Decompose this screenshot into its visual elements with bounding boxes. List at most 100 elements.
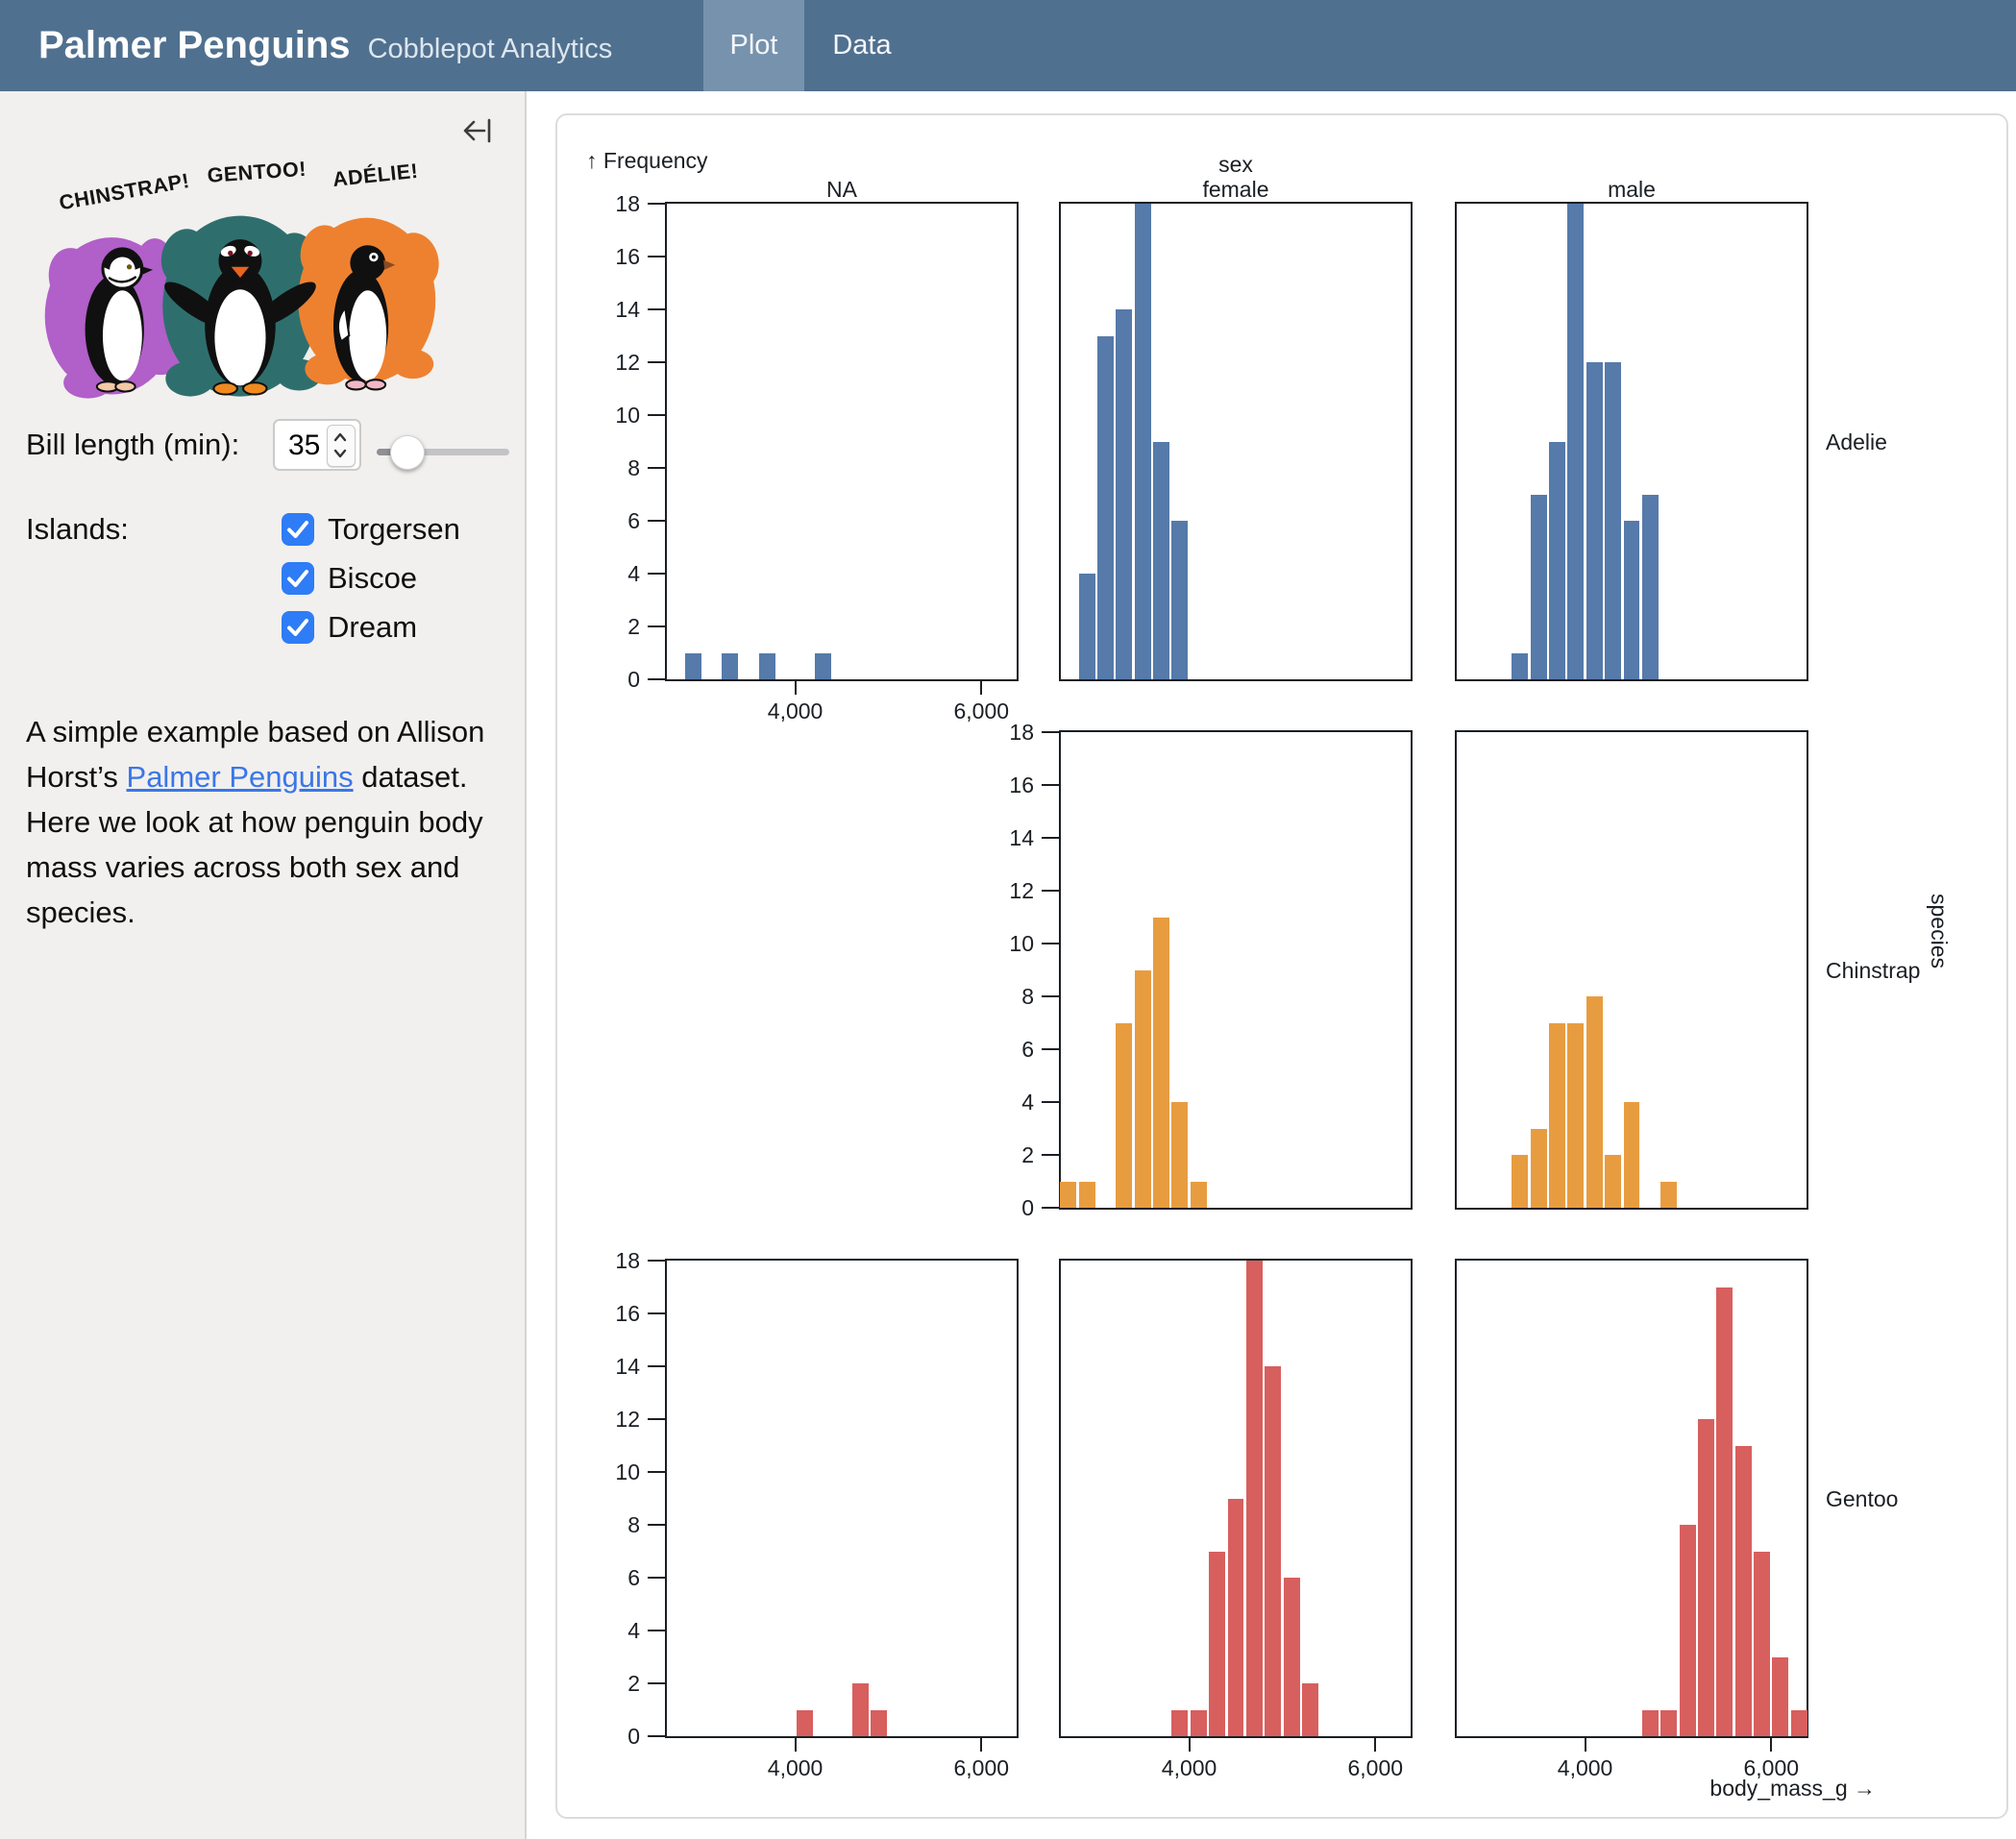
y-axis-tick-label: 0 [590,1724,640,1750]
y-axis-tick [648,256,665,257]
histogram-bar [815,653,831,680]
y-axis-tick [648,678,665,680]
y-axis-tick [648,1577,665,1579]
histogram-bar [1079,1182,1095,1209]
palmer-penguins-link[interactable]: Palmer Penguins [127,760,354,794]
histogram-bar [1191,1710,1207,1737]
islands-label: Islands: [26,512,129,547]
y-axis-tick [648,1312,665,1314]
y-axis-tick-label: 6 [590,1565,640,1591]
bill-length-stepper[interactable] [327,425,356,467]
tab-plot[interactable]: Plot [703,0,804,91]
y-axis-tick [648,414,665,416]
y-axis-title: ↑ Frequency [586,148,708,174]
histogram-bar [871,1710,887,1737]
x-axis-tick [1189,1738,1191,1752]
histogram-bar [759,653,775,680]
checkbox-label: Biscoe [328,561,417,596]
y-axis-tick [648,625,665,627]
facet-frame [1059,730,1413,1210]
checkbox-dream[interactable] [282,611,314,644]
facet-column-header: male [1555,177,1709,203]
y-axis-tick [1042,943,1059,944]
histogram-bar [1135,204,1151,679]
y-axis-tick-label: 2 [984,1142,1034,1168]
y-axis-tick [648,573,665,575]
y-axis-tick-label: 14 [590,297,640,323]
checkbox-biscoe[interactable] [282,562,314,595]
histogram-bar [852,1683,869,1736]
y-axis-tick-label: 2 [590,1671,640,1697]
histogram-bar [1642,1710,1659,1737]
bill-length-slider[interactable] [377,434,509,469]
facet-row-label: Chinstrap [1826,958,1920,984]
checkbox-torgersen[interactable] [282,513,314,546]
y-axis-tick-label: 16 [590,1301,640,1327]
y-axis-tick-label: 8 [590,455,640,481]
y-axis-tick-label: 4 [590,1618,640,1644]
tab-data[interactable]: Data [804,0,920,91]
y-axis-tick [1042,731,1059,733]
checkbox-label: Dream [328,610,417,645]
faceted-histogram-plot: ↑ FrequencysexNAfemalemale4,0006,0004,00… [557,115,2006,1817]
facet-column-header: NA [765,177,919,203]
histogram-bar [1624,521,1640,679]
y-axis-tick-label: 8 [590,1512,640,1538]
x-axis-tick-label: 4,000 [1132,1755,1247,1781]
island-option-biscoe: Biscoe [282,561,417,596]
nav-tabs: Plot Data [703,0,920,91]
slider-thumb[interactable] [390,435,425,470]
facet-row-axis-title: species [1926,894,1952,969]
histogram-bar [1605,1155,1621,1208]
facet-column-header: female [1159,177,1313,203]
y-axis-tick-label: 8 [984,984,1034,1010]
island-option-torgersen: Torgersen [282,512,460,547]
histogram-bar [1624,1102,1640,1208]
histogram-bar [1735,1446,1752,1737]
histogram-bar [1191,1182,1207,1209]
y-axis-tick [648,1260,665,1262]
histogram-bar [1246,1261,1263,1736]
histogram-bar [1549,1023,1565,1209]
x-axis-tick-label: 4,000 [738,1755,853,1781]
y-axis-tick [648,520,665,522]
navbar: Palmer Penguins Cobblepot Analytics Plot… [0,0,2016,91]
stepper-up-icon[interactable] [332,431,348,443]
histogram-bar [1698,1419,1714,1736]
y-axis-tick [648,1735,665,1737]
y-axis-tick [648,1471,665,1473]
histogram-bar [1754,1552,1770,1737]
checkbox-label: Torgersen [328,512,460,547]
histogram-bar [1716,1287,1733,1737]
y-axis-tick-label: 10 [984,931,1034,957]
histogram-bar [1605,362,1621,679]
histogram-bar [1302,1683,1318,1736]
y-axis-tick-label: 16 [984,772,1034,798]
y-axis-tick [1042,1154,1059,1156]
x-axis-tick [795,681,797,695]
sidebar-collapse-button[interactable] [459,113,494,148]
histogram-bar [1116,1023,1132,1209]
collapse-arrow-icon [459,113,494,148]
y-axis-tick-label: 0 [984,1195,1034,1221]
histogram-bar [1171,1710,1188,1737]
histogram-bar [1228,1499,1244,1737]
histogram-bar [1567,1023,1584,1209]
sidebar-description: A simple example based on Allison Horst’… [26,709,503,935]
y-axis-tick-label: 0 [590,667,640,693]
y-axis-tick [648,361,665,363]
y-axis-tick-label: 18 [984,720,1034,746]
bill-length-input[interactable]: 35 [273,419,361,471]
histogram-bar [1660,1182,1677,1209]
histogram-bar [1116,309,1132,679]
y-axis-tick [648,308,665,310]
histogram-bar [722,653,738,680]
y-axis-tick-label: 10 [590,1459,640,1485]
histogram-bar [1512,1155,1528,1208]
y-axis-tick [648,1524,665,1526]
stepper-down-icon[interactable] [332,448,348,459]
adelie-label: ADÉLIE! [332,159,419,191]
histogram-bar [1153,918,1169,1209]
island-option-dream: Dream [282,610,417,645]
y-axis-tick-label: 18 [590,191,640,217]
